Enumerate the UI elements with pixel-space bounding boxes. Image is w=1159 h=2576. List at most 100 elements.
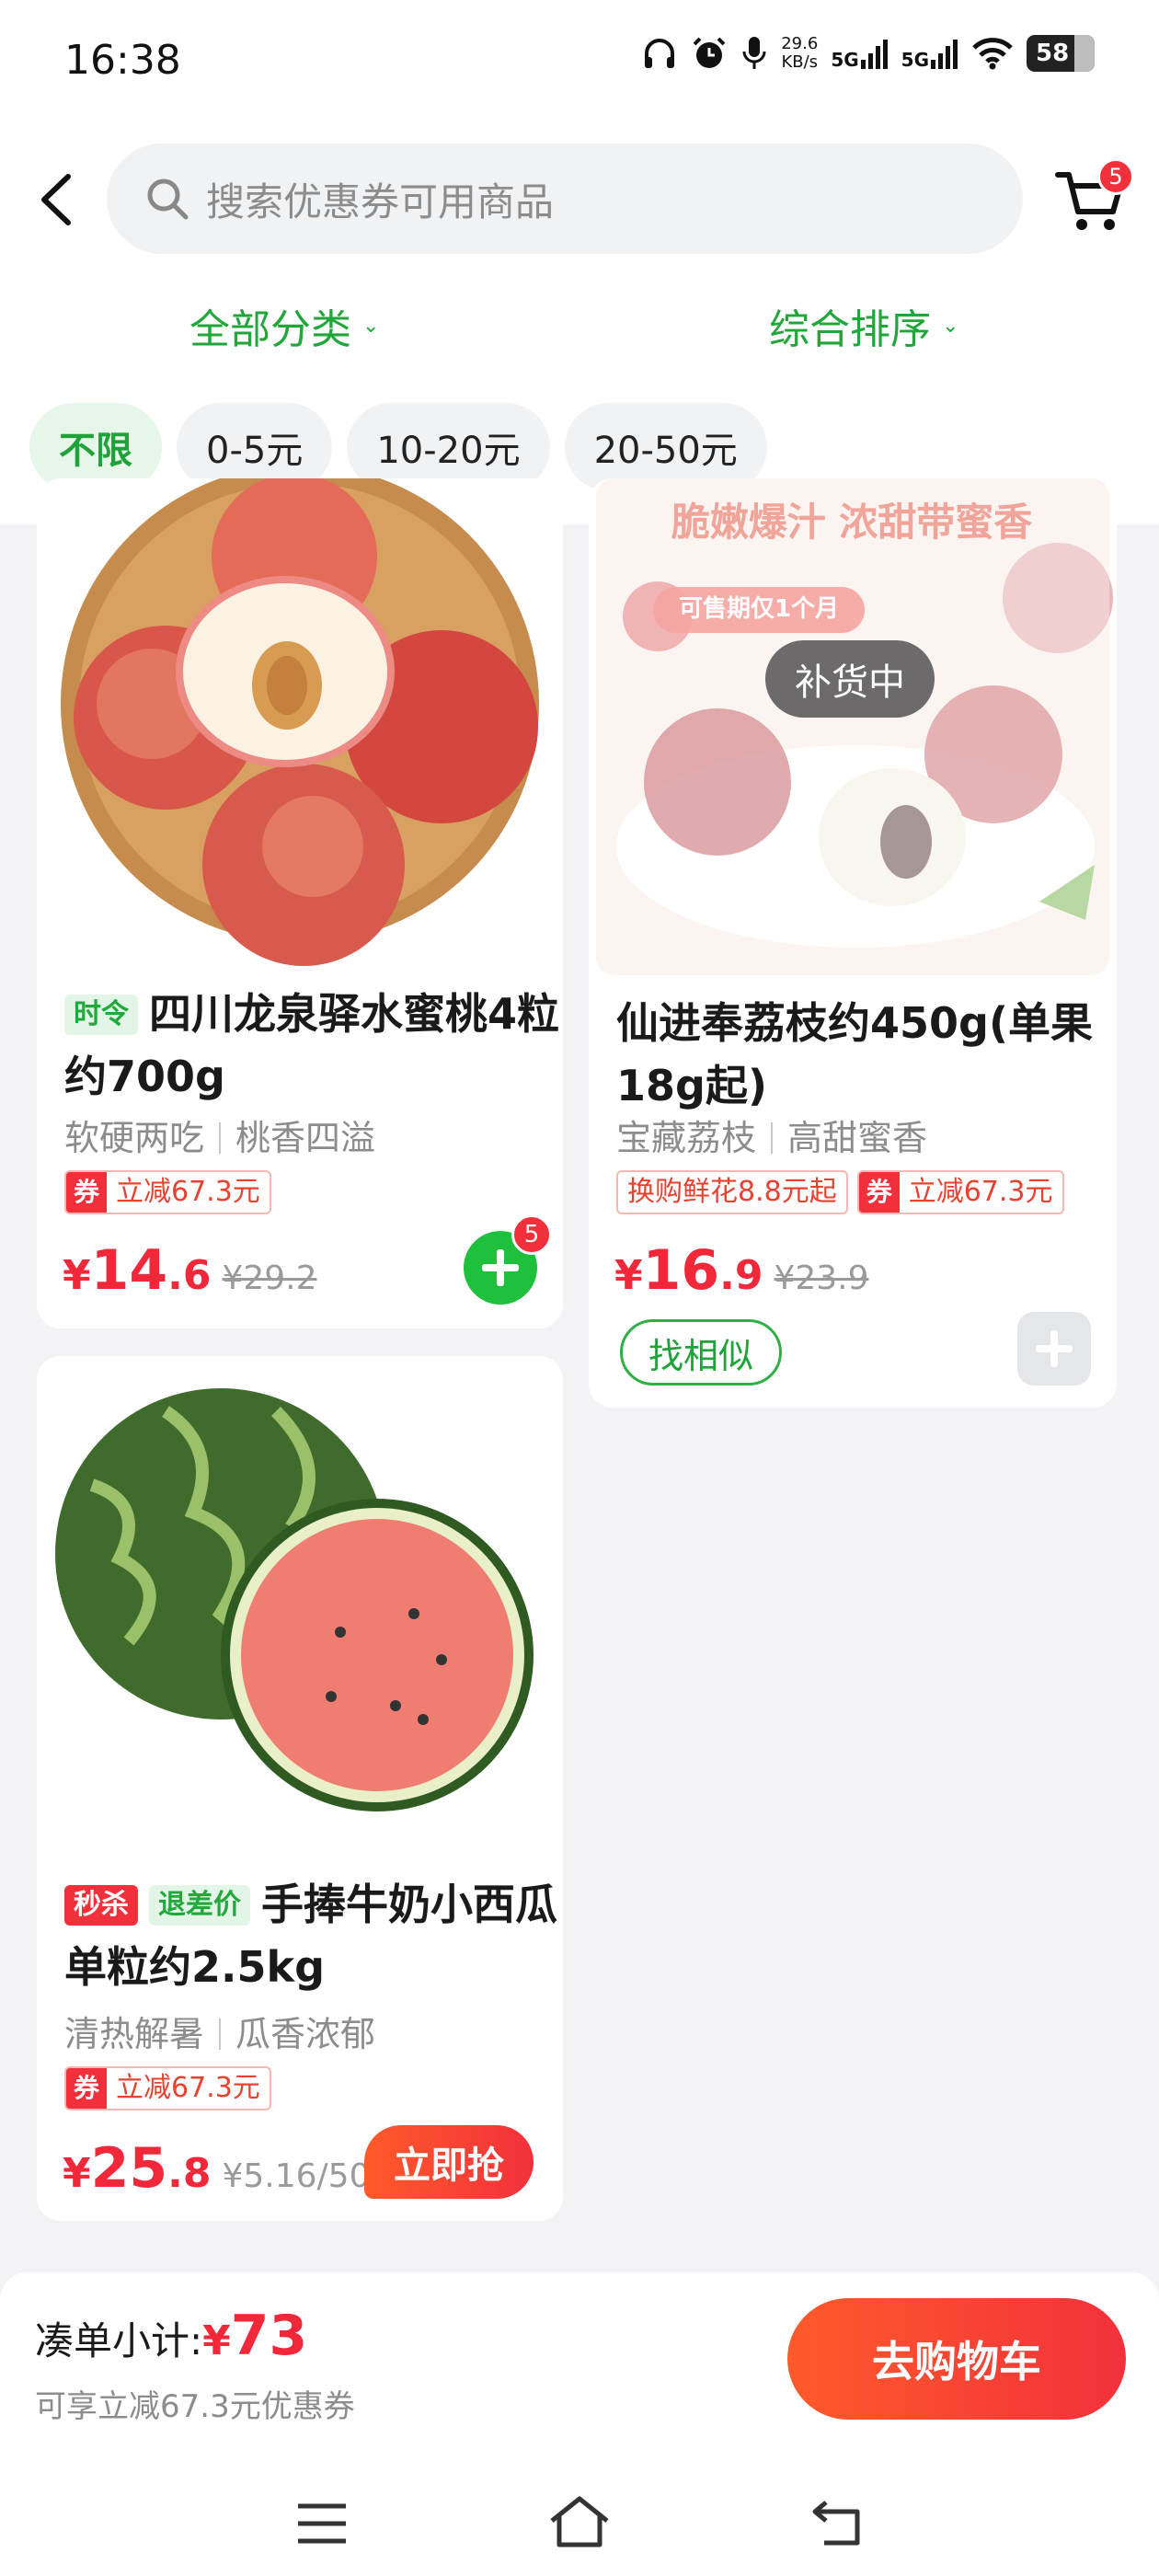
subtitle-1: 宝藏荔枝 (616, 1118, 757, 1158)
subtotal-amount: 73 (230, 2304, 308, 2368)
buy-now-button[interactable]: 立即抢 (364, 2125, 534, 2199)
home-icon[interactable] (548, 2495, 611, 2548)
coupon-badge: 券 立减67.3元 (856, 1170, 1064, 1214)
signal-bars-icon (860, 40, 888, 69)
promo-badge: 换购鲜花8.8元起 (616, 1170, 848, 1214)
price-integer: 14 (90, 1238, 168, 1303)
speed-unit: KB/s (781, 52, 819, 72)
product-title-text: 手捧牛奶小西瓜单粒约2.5kg (64, 1880, 557, 1992)
price: ¥ 25 .8 ¥5.16/500g (63, 2136, 412, 2201)
subtotal: 凑单小计: ¥ 73 (35, 2304, 307, 2368)
cart-badge: 5 (1097, 158, 1134, 195)
subtitle-2: 高甜蜜香 (787, 1118, 928, 1158)
coupon-value: 立减67.3元 (116, 1176, 260, 1208)
wifi-icon (972, 38, 1013, 70)
product-title: 仙进奉荔枝约450g(单果18g起) (616, 998, 1093, 1110)
price-decimal: .9 (719, 1252, 763, 1299)
status-bar: 16:38 29.6 KB/s 5G 5G 58 (0, 0, 1159, 129)
add-to-cart-button-disabled[interactable] (1017, 1312, 1091, 1386)
lychee-image: 脆嫩爆汁 浓甜带蜜香 可售期仅1个月 (596, 478, 1113, 975)
flash-sale-tag: 秒杀 (64, 1885, 138, 1926)
headphones-icon (645, 39, 675, 68)
network-type-1: 5G (831, 49, 859, 71)
battery-level: 58 (1036, 40, 1070, 67)
back-nav-icon[interactable] (811, 2499, 865, 2547)
price-decimal: .8 (167, 2150, 212, 2197)
product-card-watermelon[interactable]: 秒杀 退差价 手捧牛奶小西瓜单粒约2.5kg 清热解暑 瓜香浓郁 券 立减67.3元 … (37, 1356, 563, 2221)
network-type-2: 5G (901, 49, 929, 71)
price-integer: 25 (90, 2136, 168, 2201)
original-price: ¥23.9 (774, 1259, 869, 1297)
subtitle-2: 瓜香浓郁 (235, 2014, 376, 2054)
go-to-cart-button[interactable]: 去购物车 (787, 2298, 1126, 2420)
price-protection-tag: 退差价 (149, 1885, 250, 1926)
chevron-down-icon: ⌄ (942, 314, 959, 338)
subtitle-1: 软硬两吃 (64, 1118, 205, 1158)
product-title: 时令 四川龙泉驿水蜜桃4粒约700g (64, 983, 561, 1108)
product-card-peach[interactable]: 时令 四川龙泉驿水蜜桃4粒约700g 软硬两吃 桃香四溢 券 立减67.3元 ¥ 1… (37, 478, 563, 1328)
coupon-key: 券 (66, 1172, 107, 1213)
coupon-key: 券 (66, 2068, 107, 2109)
find-similar-button[interactable]: 找相似 (620, 1319, 783, 1386)
price-currency: ¥ (63, 2150, 91, 2197)
back-arrow-icon[interactable] (35, 173, 79, 226)
seasonal-tag: 时令 (64, 995, 138, 1035)
signal-2: 5G (901, 38, 958, 69)
menu-icon[interactable] (296, 2502, 348, 2545)
price: ¥ 14 .6 ¥29.2 (63, 1238, 317, 1303)
coupon-key: 券 (858, 1172, 900, 1213)
coupon-row: 券 立减67.3元 (64, 1170, 271, 1214)
coupon-row: 换购鲜花8.8元起 券 立减67.3元 (616, 1170, 1064, 1214)
system-nav-bar (0, 2475, 1159, 2576)
bottom-checkout-bar: 凑单小计: ¥ 73 可享立减67.3元优惠券 去购物车 (0, 2272, 1159, 2576)
sort-filter-label: 综合排序 (769, 306, 931, 353)
search-bar[interactable]: 搜索优惠券可用商品 (107, 144, 1023, 254)
coupon-note: 可享立减67.3元优惠券 (35, 2388, 355, 2425)
search-icon (147, 178, 189, 220)
promo-text: 换购鲜花8.8元起 (627, 1176, 837, 1208)
status-icons: 29.6 KB/s 5G 5G 58 (641, 35, 1095, 72)
mic-icon (742, 37, 766, 69)
coupon-badge: 券 立减67.3元 (64, 1170, 271, 1214)
product-title: 秒杀 退差价 手捧牛奶小西瓜单粒约2.5kg (64, 1873, 561, 1998)
divider (219, 2018, 222, 2050)
watermelon-image (37, 1356, 563, 1853)
sort-filter[interactable]: 综合排序 ⌄ (769, 296, 958, 355)
subtotal-currency: ¥ (202, 2317, 231, 2364)
coupon-row: 券 立减67.3元 (64, 2066, 271, 2110)
coupon-value: 立减67.3元 (908, 1176, 1053, 1208)
signal-bars-icon (931, 40, 958, 69)
speed-value: 29.6 (781, 34, 819, 53)
image-slogan-text: 脆嫩爆汁 浓甜带蜜香 (671, 500, 1033, 545)
divider (771, 1122, 774, 1154)
chevron-down-icon: ⌄ (362, 314, 380, 338)
search-placeholder: 搜索优惠券可用商品 (206, 178, 555, 224)
price-currency: ¥ (63, 1252, 91, 1299)
product-subtitle: 清热解暑 瓜香浓郁 (64, 2006, 375, 2056)
alarm-icon (693, 37, 726, 68)
category-filter[interactable]: 全部分类 ⌄ (189, 296, 379, 355)
cart-count-badge: 5 (511, 1214, 552, 1255)
price-decimal: .6 (167, 1252, 212, 1299)
image-badge-text: 可售期仅1个月 (679, 594, 839, 623)
product-subtitle: 宝藏荔枝 高甜蜜香 (616, 1110, 927, 1160)
price-integer: 16 (642, 1238, 720, 1303)
network-speed: 29.6 KB/s (781, 35, 818, 72)
subtotal-label: 凑单小计: (35, 2318, 203, 2363)
top-panel: 16:38 29.6 KB/s 5G 5G 58 搜索优惠券可用商品 5 全部分类… (0, 0, 1159, 524)
subtitle-2: 桃香四溢 (235, 1118, 376, 1158)
peach-image (37, 478, 563, 966)
product-title-text: 四川龙泉驿水蜜桃4粒约700g (64, 989, 560, 1101)
subtitle-1: 清热解暑 (64, 2014, 205, 2054)
coupon-value: 立减67.3元 (116, 2072, 260, 2104)
battery-indicator: 58 (1027, 35, 1095, 72)
divider (219, 1122, 222, 1154)
price-currency: ¥ (614, 1252, 643, 1299)
original-price: ¥29.2 (222, 1259, 317, 1297)
status-time: 16:38 (64, 37, 181, 84)
price: ¥ 16 .9 ¥23.9 (614, 1238, 869, 1303)
product-card-lychee[interactable]: 脆嫩爆汁 浓甜带蜜香 可售期仅1个月 补货中 仙进奉荔枝约450g(单果18g起… (589, 478, 1117, 1408)
signal-1: 5G (831, 38, 888, 69)
restock-badge: 补货中 (765, 640, 935, 718)
coupon-badge: 券 立减67.3元 (64, 2066, 271, 2110)
